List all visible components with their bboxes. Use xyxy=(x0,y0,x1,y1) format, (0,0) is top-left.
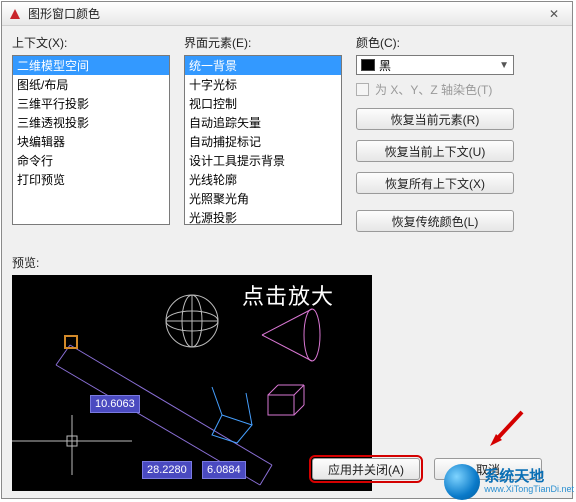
tint-xyz-row: 为 X、Y、Z 轴染色(T) xyxy=(356,81,514,98)
elements-column: 界面元素(E): 统一背景十字光标视口控制自动追踪矢量自动捕捉标记设计工具提示背… xyxy=(184,34,342,242)
context-label: 上下文(X): xyxy=(12,34,170,51)
context-item[interactable]: 二维模型空间 xyxy=(13,56,169,75)
element-item[interactable]: 光线轮廓 xyxy=(185,170,341,189)
context-item[interactable]: 图纸/布局 xyxy=(13,75,169,94)
watermark: 系统天地 www.XiTongTianDi.net xyxy=(444,464,574,500)
context-item[interactable]: 块编辑器 xyxy=(13,132,169,151)
element-item[interactable]: 设计工具提示背景 xyxy=(185,151,341,170)
close-icon[interactable]: ✕ xyxy=(542,5,566,23)
element-item[interactable]: 自动追踪矢量 xyxy=(185,113,341,132)
globe-icon xyxy=(444,464,480,500)
restore-element-label: 恢复当前元素(R) xyxy=(391,111,480,128)
restore-element-button[interactable]: 恢复当前元素(R) xyxy=(356,108,514,130)
context-listbox[interactable]: 二维模型空间图纸/布局三维平行投影三维透视投影块编辑器命令行打印预览 xyxy=(12,55,170,225)
annotation-arrow-icon xyxy=(486,410,526,450)
element-item[interactable]: 视口控制 xyxy=(185,94,341,113)
dimension-value-2: 28.2280 xyxy=(142,461,192,479)
snap-marker xyxy=(64,335,78,349)
titlebar: 图形窗口颜色 ✕ xyxy=(2,2,572,26)
elements-listbox[interactable]: 统一背景十字光标视口控制自动追踪矢量自动捕捉标记设计工具提示背景光线轮廓光照聚光… xyxy=(184,55,342,225)
apply-close-button[interactable]: 应用并关闭(A) xyxy=(312,458,420,480)
element-item[interactable]: 统一背景 xyxy=(185,56,341,75)
color-swatch xyxy=(361,59,375,71)
restore-context-label: 恢复当前上下文(U) xyxy=(385,143,486,160)
elements-label: 界面元素(E): xyxy=(184,34,342,51)
context-item[interactable]: 命令行 xyxy=(13,151,169,170)
tint-xyz-checkbox[interactable] xyxy=(356,83,369,96)
color-label: 颜色(C): xyxy=(356,34,514,51)
chevron-down-icon: ▼ xyxy=(499,60,509,71)
apply-close-label: 应用并关闭(A) xyxy=(328,461,404,478)
element-item[interactable]: 十字光标 xyxy=(185,75,341,94)
dimension-value-1: 10.6063 xyxy=(90,395,140,413)
context-item[interactable]: 三维平行投影 xyxy=(13,94,169,113)
color-value: 黑 xyxy=(379,57,391,74)
color-column: 颜色(C): 黑 ▼ 为 X、Y、Z 轴染色(T) 恢复当前元素(R) 恢复当前… xyxy=(356,34,514,242)
context-column: 上下文(X): 二维模型空间图纸/布局三维平行投影三维透视投影块编辑器命令行打印… xyxy=(12,34,170,242)
element-item[interactable]: 光照聚光角 xyxy=(185,189,341,208)
restore-classic-button[interactable]: 恢复传统颜色(L) xyxy=(356,210,514,232)
element-item[interactable]: 光源投影 xyxy=(185,208,341,225)
tint-xyz-label: 为 X、Y、Z 轴染色(T) xyxy=(375,81,492,98)
window-title: 图形窗口颜色 xyxy=(28,5,100,22)
element-item[interactable]: 自动捕捉标记 xyxy=(185,132,341,151)
dimension-value-3: 6.0884 xyxy=(202,461,246,479)
watermark-url: www.XiTongTianDi.net xyxy=(484,485,574,495)
restore-context-button[interactable]: 恢复当前上下文(U) xyxy=(356,140,514,162)
watermark-name: 系统天地 xyxy=(484,469,574,486)
autocad-icon xyxy=(8,7,22,21)
restore-classic-label: 恢复传统颜色(L) xyxy=(392,213,479,230)
context-item[interactable]: 三维透视投影 xyxy=(13,113,169,132)
restore-all-contexts-label: 恢复所有上下文(X) xyxy=(385,175,485,192)
dialog-window: 图形窗口颜色 ✕ 上下文(X): 二维模型空间图纸/布局三维平行投影三维透视投影… xyxy=(1,1,573,499)
preview-label: 预览: xyxy=(12,254,562,271)
restore-all-contexts-button[interactable]: 恢复所有上下文(X) xyxy=(356,172,514,194)
zoom-hint-text: 点击放大 xyxy=(242,279,334,311)
color-dropdown[interactable]: 黑 ▼ xyxy=(356,55,514,75)
context-item[interactable]: 打印预览 xyxy=(13,170,169,189)
